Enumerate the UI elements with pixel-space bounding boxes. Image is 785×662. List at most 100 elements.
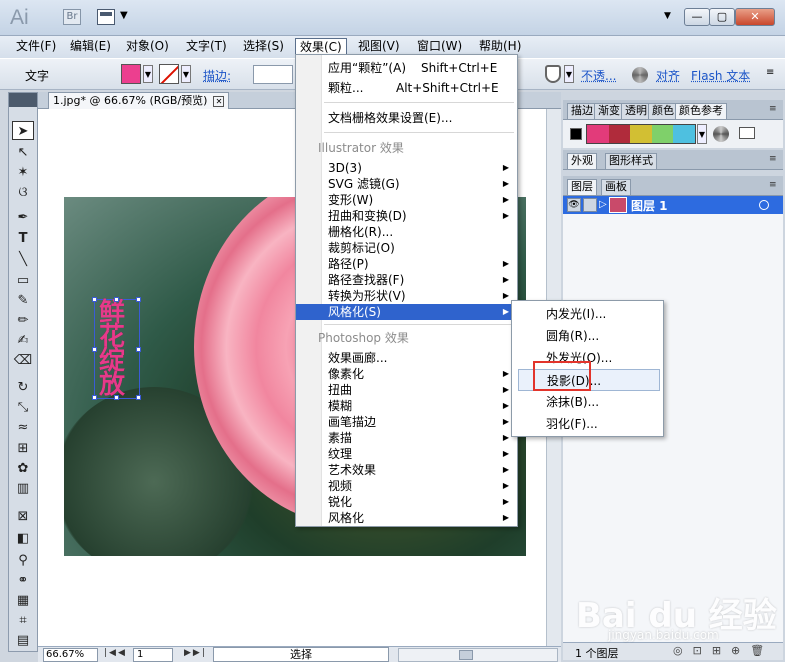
tab-appearance[interactable]: 外观	[567, 153, 597, 169]
menu-select[interactable]: 选择(S)	[239, 38, 288, 56]
tab-gradient[interactable]: 渐变	[594, 103, 624, 119]
close-icon[interactable]: ✕	[213, 95, 225, 107]
tab-artboards[interactable]: 画板	[601, 179, 631, 195]
lasso-tool-icon[interactable]: ଓ	[12, 183, 34, 202]
menu-type[interactable]: 文字(T)	[182, 38, 231, 56]
menu-item-pixelate[interactable]: 像素化 ▶	[296, 366, 517, 382]
opacity-dropdown-icon[interactable]: ▼	[564, 65, 574, 83]
align-link[interactable]: 对齐	[656, 67, 680, 84]
menu-item-convert-to-shape[interactable]: 转换为形状(V) ▶	[296, 288, 517, 304]
menu-file[interactable]: 文件(F)	[12, 38, 60, 56]
paintbrush-tool-icon[interactable]: ✎	[12, 291, 34, 310]
document-tab[interactable]: 1.jpg* @ 66.67% (RGB/预览) ✕	[48, 92, 230, 109]
menu-edit[interactable]: 编辑(E)	[66, 38, 115, 56]
maximize-button[interactable]: ▢	[709, 8, 735, 26]
free-transform-tool-icon[interactable]: ⊞	[12, 439, 34, 458]
menu-item-distort[interactable]: 扭曲 ▶	[296, 382, 517, 398]
bridge-button[interactable]: Br	[63, 9, 81, 25]
blob-brush-tool-icon[interactable]: ✍	[12, 331, 34, 350]
layer-name[interactable]: 图层 1	[631, 197, 668, 214]
mesh-tool-icon[interactable]: ⊠	[12, 507, 34, 526]
menu-item-distort-transform[interactable]: 扭曲和变换(D) ▶	[296, 208, 517, 224]
gradient-tool-icon[interactable]: ◧	[12, 529, 34, 548]
warp-tool-icon[interactable]: ≈	[12, 418, 34, 437]
flash-text-link[interactable]: Flash 文本	[691, 67, 750, 84]
panel-menu-icon[interactable]: ≡	[769, 180, 777, 190]
bounding-handle[interactable]	[114, 395, 119, 400]
menu-item-apply-grain[interactable]: 应用“颗粒”(A) Shift+Ctrl+E	[296, 60, 517, 76]
menu-item-doc-raster-settings[interactable]: 文档栅格效果设置(E)...	[296, 110, 517, 126]
recolor-artwork-icon[interactable]	[632, 67, 648, 83]
zoom-level-field[interactable]: 66.67%	[43, 648, 98, 662]
eyedropper-tool-icon[interactable]: ⚲	[12, 551, 34, 570]
menu-item-video[interactable]: 视频 ▶	[296, 478, 517, 494]
page-prev-buttons[interactable]: |◀◀	[104, 648, 127, 658]
tab-color[interactable]: 颜色	[648, 103, 678, 119]
harmony-swatch[interactable]	[587, 125, 609, 143]
bounding-handle[interactable]	[136, 297, 141, 302]
submenu-item-feather[interactable]: 羽化(F)...	[512, 413, 663, 435]
tab-stroke[interactable]: 描边	[567, 103, 597, 119]
menu-item-blur[interactable]: 模糊 ▶	[296, 398, 517, 414]
panel-menu-icon[interactable]: ≡	[769, 104, 777, 114]
status-info-dropdown[interactable]: 选择	[213, 647, 389, 662]
menu-item-artistic[interactable]: 艺术效果 ▶	[296, 462, 517, 478]
menu-object[interactable]: 对象(O)	[122, 38, 173, 56]
menu-item-texture[interactable]: 纹理 ▶	[296, 446, 517, 462]
lock-toggle[interactable]	[583, 198, 597, 212]
magic-wand-tool-icon[interactable]: ✶	[12, 163, 34, 182]
layer-row[interactable]: 👁 ▷ 图层 1	[563, 196, 783, 214]
stroke-weight-input[interactable]	[253, 65, 293, 84]
expand-arrow-icon[interactable]: ▷	[599, 199, 607, 210]
menu-item-sharpen[interactable]: 锐化 ▶	[296, 494, 517, 510]
harmony-swatch[interactable]	[630, 125, 652, 143]
bounding-handle[interactable]	[136, 347, 141, 352]
harmony-color-strip[interactable]	[586, 124, 696, 144]
submenu-item-round-corners[interactable]: 圆角(R)...	[512, 325, 663, 347]
type-tool-icon[interactable]: T	[12, 229, 34, 248]
direct-selection-tool-icon[interactable]: ↖	[12, 143, 34, 162]
menu-item-rasterize[interactable]: 栅格化(R)...	[296, 224, 517, 240]
harmony-swatch[interactable]	[673, 125, 695, 143]
scale-tool-icon[interactable]: ⤡	[12, 398, 34, 417]
scroll-thumb[interactable]	[459, 650, 473, 660]
menu-item-stylize[interactable]: 风格化(S) ▶	[296, 304, 517, 320]
workspace-dropdown-icon[interactable]: ▼	[664, 11, 671, 21]
column-graph-tool-icon[interactable]: ▥	[12, 479, 34, 498]
pencil-tool-icon[interactable]: ✏	[12, 311, 34, 330]
tab-graphic-styles[interactable]: 图形样式	[605, 153, 657, 169]
menu-item-sketch[interactable]: 素描 ▶	[296, 430, 517, 446]
stroke-link[interactable]: 描边:	[203, 67, 231, 84]
opacity-mask-icon[interactable]	[545, 65, 561, 83]
stroke-swatch[interactable]	[159, 64, 179, 84]
selected-text-object[interactable]: 鲜 花 绽 放	[92, 297, 141, 400]
edit-colors-icon[interactable]	[713, 126, 729, 142]
tab-transparency[interactable]: 透明	[621, 103, 651, 119]
line-tool-icon[interactable]: ╲	[12, 250, 34, 269]
menu-item-crop-marks[interactable]: 裁剪标记(O)	[296, 240, 517, 256]
tab-layers[interactable]: 图层	[567, 179, 597, 195]
menu-item-svg-filters[interactable]: SVG 滤镜(G) ▶	[296, 176, 517, 192]
stroke-dropdown-icon[interactable]: ▼	[181, 65, 191, 83]
tools-panel-header[interactable]	[9, 93, 37, 107]
blend-tool-icon[interactable]: ⚭	[12, 571, 34, 590]
slice-tool-icon[interactable]: ⌗	[12, 611, 34, 630]
menu-item-ps-stylize[interactable]: 风格化 ▶	[296, 510, 517, 526]
graph-tool-icon[interactable]: ▤	[12, 631, 34, 650]
layer-action-buttons[interactable]: ◎⊡⊞⊕🗑	[673, 644, 774, 657]
pen-tool-icon[interactable]: ✒	[12, 208, 34, 227]
bounding-handle[interactable]	[92, 395, 97, 400]
menu-item-pathfinder[interactable]: 路径查找器(F) ▶	[296, 272, 517, 288]
opacity-link[interactable]: 不透...	[581, 67, 616, 84]
tab-color-guide[interactable]: 颜色参考	[675, 103, 727, 119]
fill-dropdown-icon[interactable]: ▼	[143, 65, 153, 83]
harmony-swatch[interactable]	[608, 125, 631, 143]
symbol-sprayer-tool-icon[interactable]: ✿	[12, 459, 34, 478]
close-button[interactable]: ✕	[735, 8, 775, 26]
menu-item-effect-gallery[interactable]: 效果画廊...	[296, 350, 517, 366]
bounding-handle[interactable]	[114, 297, 119, 302]
arrange-documents-icon[interactable]	[97, 9, 115, 25]
rectangle-tool-icon[interactable]: ▭	[12, 271, 34, 290]
harmony-swatch[interactable]	[651, 125, 674, 143]
selection-tool-icon[interactable]: ➤	[12, 121, 34, 140]
